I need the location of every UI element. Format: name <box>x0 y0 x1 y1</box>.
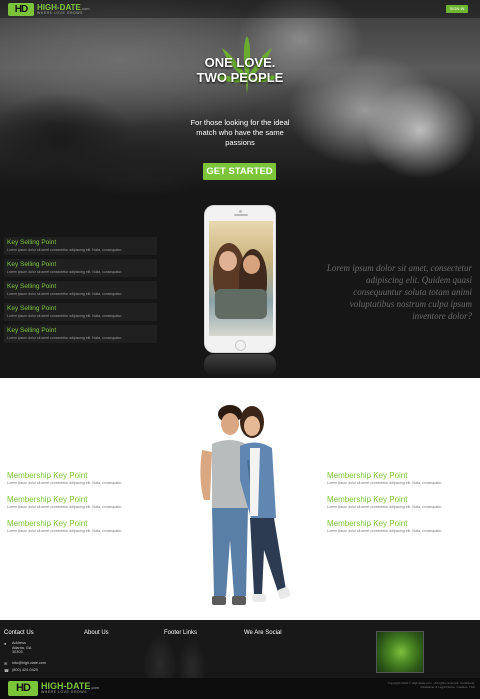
selling-point-title: Key Selling Point <box>7 239 57 246</box>
footer-heading-contact: Contact Us <box>4 630 34 636</box>
membership-point-title: Membership Key Point <box>327 495 408 504</box>
logo-mark: HD <box>8 3 34 16</box>
sign-in-button[interactable]: SIGN IN <box>446 5 468 13</box>
selling-point-title: Key Selling Point <box>7 327 57 334</box>
selling-point-item: Key Selling Point Lorem ipsum dolor sit … <box>4 281 157 299</box>
selling-point-text: Lorem ipsum dolor sit amet consectetur a… <box>7 292 123 296</box>
site-logo[interactable]: HD HIGH-DATE.com WHERE LOVE GROWS <box>8 3 90 16</box>
selling-point-text: Lorem ipsum dolor sit amet consectetur a… <box>7 270 123 274</box>
location-icon: ● <box>4 641 7 646</box>
headline-line-2: TWO PEOPLE <box>196 70 284 85</box>
membership-point-title: Membership Key Point <box>7 495 88 504</box>
copyright-text: Copyright 2019 © High-Date.com - All rig… <box>387 681 475 689</box>
membership-point-title: Membership Key Point <box>7 519 88 528</box>
contact-phone[interactable]: (800) 420-0420 <box>12 668 38 673</box>
membership-point-text: Lorem ipsum dolor sit amet consectetur a… <box>327 481 443 485</box>
membership-point-text: Lorem ipsum dolor sit amet consectetur a… <box>7 529 123 533</box>
phone-speaker <box>234 214 248 216</box>
phone-icon: ☎ <box>4 668 9 673</box>
membership-point-text: Lorem ipsum dolor sit amet consectetur a… <box>327 505 443 509</box>
footer-heading-links[interactable]: Footer Links <box>164 630 197 636</box>
footer-logo-mark: HD <box>8 681 38 696</box>
membership-point: Membership Key Point Lorem ipsum dolor s… <box>7 471 157 486</box>
selling-point-title: Key Selling Point <box>7 283 57 290</box>
hero-section: HD HIGH-DATE.com WHERE LOVE GROWS SIGN I… <box>0 0 480 194</box>
logo-suffix: .com <box>80 5 90 11</box>
membership-point: Membership Key Point Lorem ipsum dolor s… <box>7 519 157 534</box>
membership-point-title: Membership Key Point <box>7 471 88 480</box>
selling-point-title: Key Selling Point <box>7 305 57 312</box>
membership-point-title: Membership Key Point <box>327 471 408 480</box>
testimonial-quote: Lorem ipsum dolor sit amet, consectetur … <box>326 263 472 321</box>
logo-tagline: WHERE LOVE GROWS <box>37 10 83 15</box>
selling-point-item: Key Selling Point Lorem ipsum dolor sit … <box>4 237 157 255</box>
phone-camera <box>239 210 242 213</box>
selling-point-item: Key Selling Point Lorem ipsum dolor sit … <box>4 325 157 343</box>
contact-address: Address Atlanta, GA 30303 <box>12 641 31 655</box>
hero-subline: For those looking for the ideal match wh… <box>190 118 290 147</box>
selling-point-text: Lorem ipsum dolor sit amet consectetur a… <box>7 248 123 252</box>
phone-reflection <box>204 354 276 376</box>
headline-line-1: ONE LOVE. <box>204 55 276 70</box>
hero-headline: ONE LOVE. TWO PEOPLE <box>160 55 320 85</box>
selling-point-title: Key Selling Point <box>7 261 57 268</box>
selling-point-text: Lorem ipsum dolor sit amet consectetur a… <box>7 314 123 318</box>
selling-point-text: Lorem ipsum dolor sit amet consectetur a… <box>7 336 123 340</box>
address-line-3: 30303 <box>12 650 23 654</box>
footer-logo-suffix: .com <box>90 685 100 691</box>
contact-email[interactable]: info@high-date.com <box>12 661 46 666</box>
footer-heading-social: We Are Social <box>244 630 282 636</box>
hero-background-couple <box>360 70 480 194</box>
get-started-button[interactable]: GET STARTED <box>203 163 276 180</box>
footer-logo[interactable]: HD HIGH-DATE.com WHERE LOVE GROWS <box>8 681 99 696</box>
phone-mockup <box>204 205 276 353</box>
membership-point-title: Membership Key Point <box>327 519 408 528</box>
phone-screen-photo <box>209 221 273 336</box>
footer-heading-about[interactable]: About Us <box>84 630 109 636</box>
social-photo[interactable] <box>376 631 424 673</box>
phone-home-button <box>235 340 246 351</box>
membership-point: Membership Key Point Lorem ipsum dolor s… <box>327 495 477 510</box>
membership-point-text: Lorem ipsum dolor sit amet consectetur a… <box>7 505 123 509</box>
footer-logo-tagline: WHERE LOVE GROWS <box>41 690 87 695</box>
selling-point-item: Key Selling Point Lorem ipsum dolor sit … <box>4 303 157 321</box>
page: HD HIGH-DATE.com WHERE LOVE GROWS SIGN I… <box>0 0 480 699</box>
selling-point-item: Key Selling Point Lorem ipsum dolor sit … <box>4 259 157 277</box>
email-icon: ✉ <box>4 661 8 666</box>
couple-photo <box>200 405 291 605</box>
membership-point: Membership Key Point Lorem ipsum dolor s… <box>327 471 477 486</box>
hero-background-rocks <box>0 70 200 194</box>
membership-point: Membership Key Point Lorem ipsum dolor s… <box>327 519 477 534</box>
membership-point: Membership Key Point Lorem ipsum dolor s… <box>7 495 157 510</box>
membership-point-text: Lorem ipsum dolor sit amet consectetur a… <box>327 529 443 533</box>
membership-point-text: Lorem ipsum dolor sit amet consectetur a… <box>7 481 123 485</box>
